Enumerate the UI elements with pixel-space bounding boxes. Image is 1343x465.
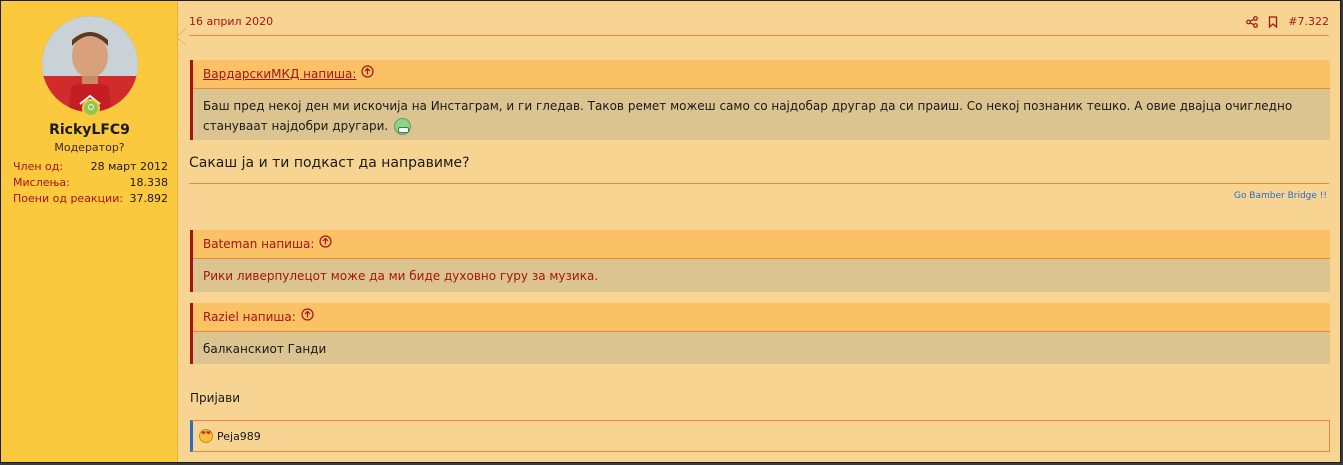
bookmark-icon[interactable] bbox=[1268, 15, 1278, 28]
quote-text: Рики ливерпулецот може да ми биде духовн… bbox=[203, 269, 599, 283]
post-main: 16 април 2020 #7.322 ВардарскиМКД напиша… bbox=[189, 1, 1330, 462]
arrow-up-circle-icon[interactable] bbox=[361, 60, 375, 88]
reactions-bar[interactable]: Peja989 bbox=[190, 420, 1330, 452]
stat-value[interactable]: 18.338 bbox=[130, 176, 169, 192]
quote-author[interactable]: Bateman напиша: bbox=[203, 230, 314, 258]
stat-label[interactable]: Мислења: bbox=[13, 176, 70, 192]
quote-header: Raziel напиша: bbox=[193, 303, 1330, 332]
stat-label: Поени од реакции: bbox=[13, 192, 124, 205]
stat-row-messages: Мислења: 18.338 bbox=[13, 176, 168, 192]
post-header: 16 април 2020 #7.322 bbox=[189, 13, 1329, 36]
quote-block: Raziel напиша: балканскиот Ганди bbox=[190, 303, 1330, 364]
stat-label: Член од: bbox=[13, 160, 64, 173]
share-icon[interactable] bbox=[1246, 15, 1259, 28]
arrow-up-circle-icon[interactable] bbox=[319, 230, 332, 258]
username[interactable]: RickyLFC9 bbox=[1, 122, 178, 138]
reaction-user[interactable]: Peja989 bbox=[217, 430, 261, 443]
arrow-up-circle-icon[interactable] bbox=[301, 303, 314, 331]
user-sidebar: RickyLFC9 Модератор? Член од: 28 март 20… bbox=[1, 1, 178, 462]
quote-author-link[interactable]: ВардарскиМКД напиша: bbox=[203, 60, 356, 88]
user-title: Модератор? bbox=[54, 141, 125, 154]
stat-value: 37.892 bbox=[129, 192, 169, 205]
signature: Go Bamber Bridge !! bbox=[1233, 191, 1327, 201]
post-date[interactable]: 16 април 2020 bbox=[189, 15, 273, 28]
user-stats: Член од: 28 март 2012 Мислења: 18.338 По… bbox=[13, 160, 168, 208]
quote-header: Bateman напиша: bbox=[193, 230, 1330, 259]
report-link[interactable]: Пријави bbox=[190, 391, 240, 405]
sidebar-arrow-fill bbox=[177, 29, 186, 45]
stat-row-reaction-score: Поени од реакции: 37.892 bbox=[13, 192, 168, 208]
forum-post: RickyLFC9 Модератор? Член од: 28 март 20… bbox=[0, 0, 1341, 463]
post-number[interactable]: #7.322 bbox=[1288, 15, 1329, 28]
stat-value: 28 март 2012 bbox=[90, 160, 168, 173]
grin-emoji-icon bbox=[394, 118, 412, 135]
post-reply-text: Сакаш ја и ти подкаст да направиме? bbox=[189, 155, 470, 171]
avatar[interactable] bbox=[42, 16, 138, 112]
heart-eyes-emoji-icon bbox=[199, 429, 213, 443]
post-actions: #7.322 bbox=[1246, 15, 1329, 28]
stat-row-joined: Член од: 28 март 2012 bbox=[13, 160, 168, 176]
signature-divider bbox=[189, 183, 1329, 184]
quote-header: ВардарскиМКД напиша: bbox=[193, 60, 1330, 89]
quote-author[interactable]: Raziel напиша: bbox=[203, 303, 296, 331]
quote-block: ВардарскиМКД напиша: Баш пред некој ден … bbox=[190, 60, 1330, 140]
quote-text: балканскиот Ганди bbox=[203, 342, 327, 356]
quote-block: Bateman напиша: Рики ливерпулецот може д… bbox=[190, 230, 1330, 292]
quote-content: Баш пред некој ден ми искочија на Инстаг… bbox=[203, 99, 1293, 133]
quote-text: Баш пред некој ден ми искочија на Инстаг… bbox=[193, 89, 1330, 136]
online-status-icon bbox=[82, 99, 100, 117]
